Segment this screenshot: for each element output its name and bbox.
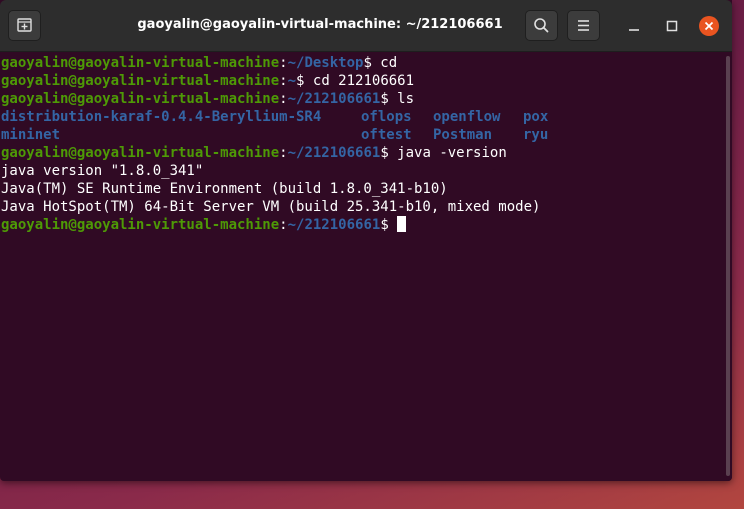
prompt-separator: : (279, 145, 288, 161)
prompt-path: ~/212106661 (287, 217, 381, 233)
window-title: gaoyalin@gaoyalin-virtual-machine: ~/212… (137, 17, 503, 32)
prompt-separator: : (279, 73, 288, 89)
output-line: Java(TM) SE Runtime Environment (build 1… (1, 181, 448, 197)
prompt-path: ~/212106661 (287, 145, 381, 161)
ls-entry-directory: distribution-karaf-0.4.4-Beryllium-SR4 (1, 109, 322, 125)
user-host: gaoyalin@gaoyalin-virtual-machine (1, 217, 280, 233)
scrollbar-thumb[interactable] (726, 56, 730, 476)
output-line: Java HotSpot(TM) 64-Bit Server VM (build… (1, 199, 541, 215)
ls-entry-directory: openflow (433, 109, 501, 125)
minimize-icon (629, 29, 639, 31)
close-button[interactable] (698, 15, 720, 37)
ls-entry-directory: oftest (361, 127, 412, 143)
command-text: $ java -version (380, 145, 507, 161)
terminal-window: gaoyalin@gaoyalin-virtual-machine: ~/212… (0, 0, 732, 481)
terminal-output[interactable]: gaoyalin@gaoyalin-virtual-machine:~/Desk… (0, 52, 724, 481)
maximize-button[interactable] (661, 15, 683, 37)
text-cursor (397, 216, 407, 232)
menu-button[interactable] (567, 10, 600, 41)
minimize-button[interactable] (623, 15, 645, 37)
hamburger-menu-icon (578, 20, 589, 31)
prompt-path: ~ (287, 73, 297, 89)
ls-entry-directory: Postman (433, 127, 493, 143)
prompt-line: gaoyalin@gaoyalin-virtual-machine:~/2121… (1, 90, 414, 108)
user-host: gaoyalin@gaoyalin-virtual-machine (1, 73, 280, 89)
search-button[interactable] (525, 10, 558, 41)
prompt-separator: : (279, 91, 288, 107)
ls-entry-directory: mininet (1, 127, 61, 143)
ls-entry-directory: pox (523, 109, 549, 125)
user-host: gaoyalin@gaoyalin-virtual-machine (1, 91, 280, 107)
prompt-separator: : (279, 217, 288, 233)
new-tab-icon (17, 18, 32, 32)
user-host: gaoyalin@gaoyalin-virtual-machine (1, 55, 280, 71)
maximize-icon (666, 20, 678, 32)
prompt-line: gaoyalin@gaoyalin-virtual-machine:~/2121… (1, 144, 507, 162)
command-text: $ cd (363, 55, 398, 71)
user-host: gaoyalin@gaoyalin-virtual-machine (1, 145, 280, 161)
close-icon (699, 16, 719, 36)
ls-entry-directory: ryu (523, 127, 549, 143)
command-text: $ cd 212106661 (296, 73, 415, 89)
prompt-separator: : (279, 55, 288, 71)
search-icon (534, 18, 549, 33)
prompt-path: ~/212106661 (287, 91, 381, 107)
output-line: java version "1.8.0_341" (1, 163, 204, 179)
new-tab-button[interactable] (8, 10, 41, 41)
prompt-line: gaoyalin@gaoyalin-virtual-machine:~/2121… (1, 216, 407, 234)
prompt-line: gaoyalin@gaoyalin-virtual-machine:~/Desk… (1, 54, 397, 72)
command-text: $ ls (380, 91, 415, 107)
command-text: $ (380, 217, 398, 233)
ls-entry-directory: oflops (361, 109, 412, 125)
scrollbar[interactable] (724, 52, 732, 481)
prompt-line: gaoyalin@gaoyalin-virtual-machine:~$ cd … (1, 72, 414, 90)
title-bar[interactable]: gaoyalin@gaoyalin-virtual-machine: ~/212… (0, 0, 732, 52)
prompt-path: ~/Desktop (287, 55, 364, 71)
